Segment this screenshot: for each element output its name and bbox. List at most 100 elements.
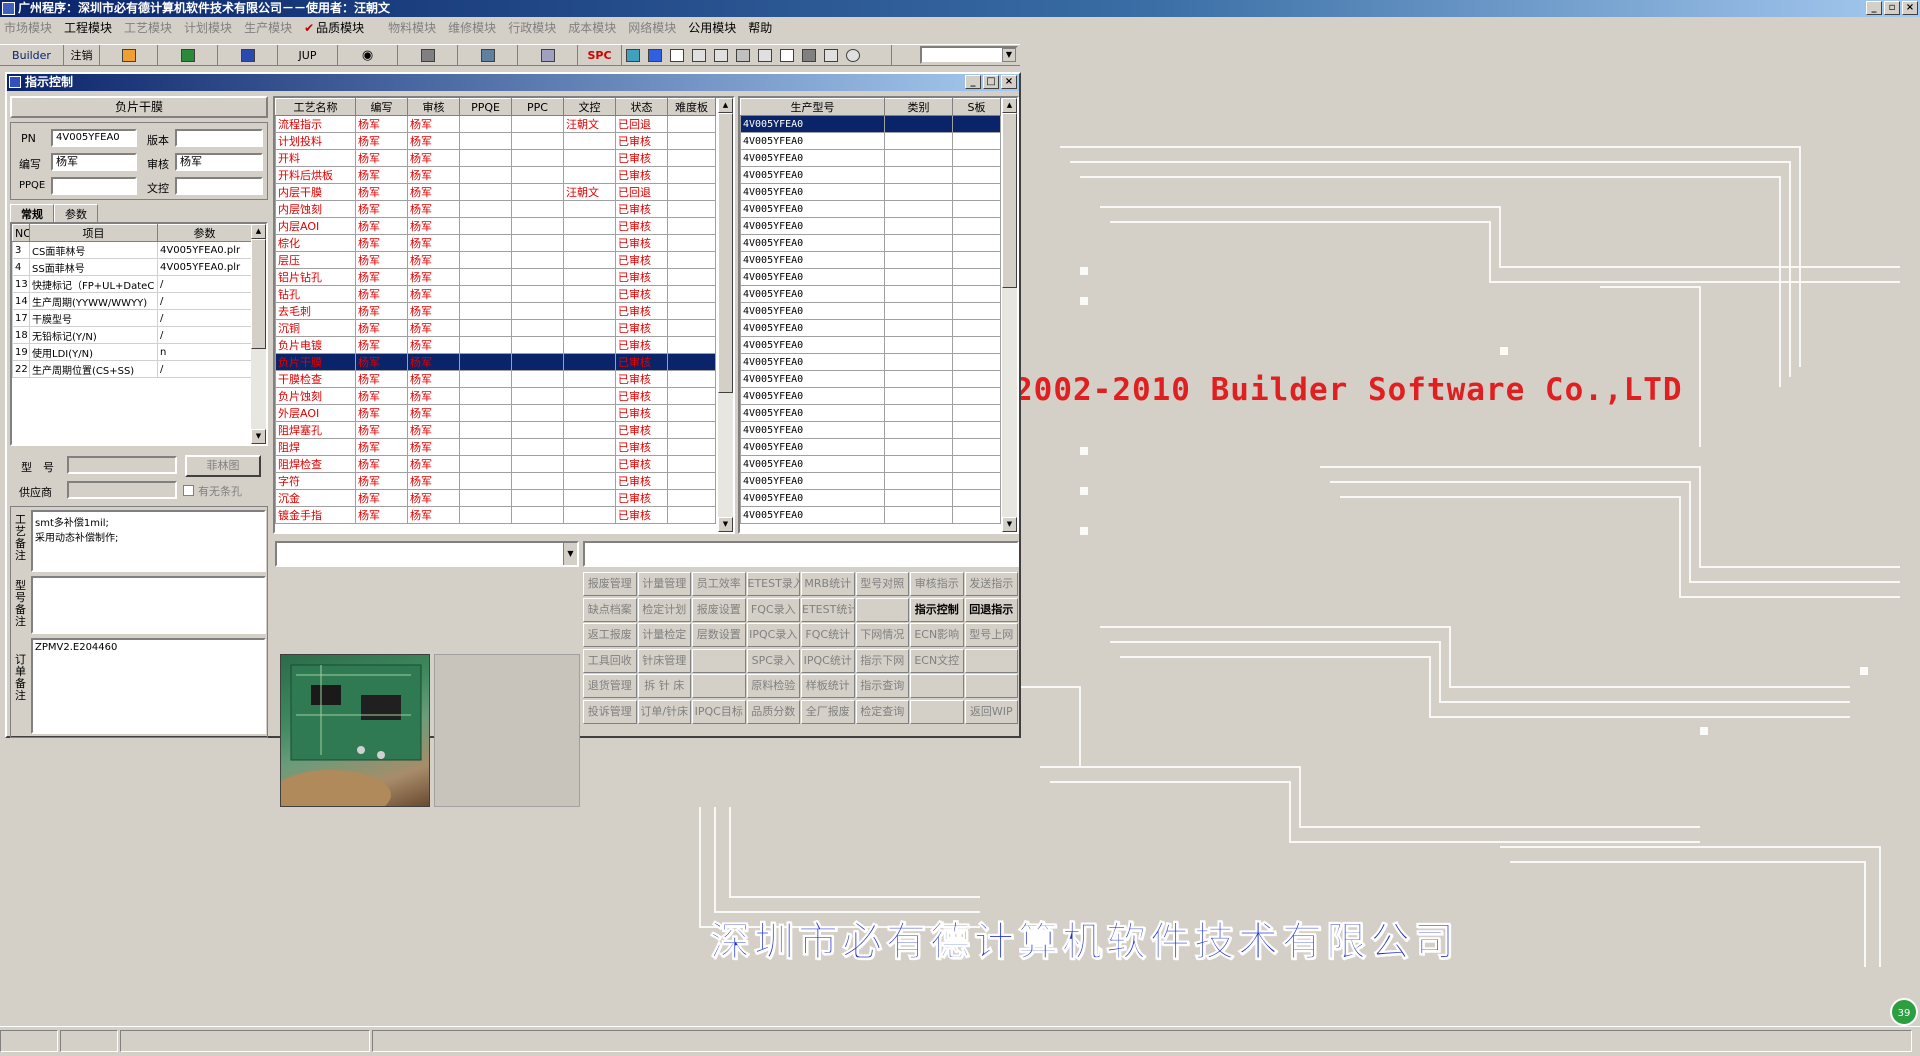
model-row[interactable]: 4V005YFEA0 xyxy=(740,506,1001,524)
undo-icon[interactable] xyxy=(758,48,772,62)
menu-network[interactable]: 网络模块 xyxy=(628,19,676,36)
process-row[interactable]: 负片蚀刻 杨军 杨军 已审核 xyxy=(275,387,716,405)
function-button[interactable]: 型号上网 xyxy=(964,623,1018,647)
model-note-text[interactable] xyxy=(31,576,266,634)
process-scrollbar[interactable]: ▲ ▼ xyxy=(718,98,733,532)
version-field[interactable] xyxy=(175,129,263,147)
process-row[interactable]: 棕化 杨军 杨军 已审核 xyxy=(275,234,716,252)
search-input[interactable] xyxy=(583,541,1019,567)
function-button[interactable]: 下网情况 xyxy=(855,623,909,647)
item-row[interactable]: 18 无铅标记(Y/N) / xyxy=(12,326,252,344)
model-row[interactable]: 4V005YFEA0 xyxy=(740,421,1001,439)
binoculars-icon[interactable] xyxy=(824,48,838,62)
model-row[interactable]: 4V005YFEA0 xyxy=(740,404,1001,422)
close-button[interactable]: × xyxy=(1902,1,1918,15)
word-tool[interactable] xyxy=(218,45,278,65)
model-row[interactable]: 4V005YFEA0 xyxy=(740,115,1001,133)
model-row[interactable]: 4V005YFEA0 xyxy=(740,353,1001,371)
printer-tool[interactable] xyxy=(518,45,578,65)
preview-icon[interactable] xyxy=(780,48,794,62)
process-row[interactable]: 计划投料 杨军 杨军 已审核 xyxy=(275,132,716,150)
scroll-up-icon[interactable]: ▲ xyxy=(251,224,266,239)
model-row[interactable]: 4V005YFEA0 xyxy=(740,285,1001,303)
items-scrollbar[interactable]: ▲ ▼ xyxy=(251,224,266,444)
process-col-header[interactable]: PPQE xyxy=(459,98,512,116)
process-row[interactable]: 内层AOI 杨军 杨军 已审核 xyxy=(275,217,716,235)
menu-repair[interactable]: 维修模块 xyxy=(448,19,496,36)
process-row[interactable]: 外层AOI 杨军 杨军 已审核 xyxy=(275,404,716,422)
editor-field[interactable]: 杨军 xyxy=(51,153,137,171)
process-col-header[interactable]: 工艺名称 xyxy=(275,98,356,116)
item-row[interactable]: 13 快捷标记（FP+UL+DateC / xyxy=(12,275,252,293)
cut-icon[interactable] xyxy=(692,48,706,62)
function-button[interactable]: ECN影响 xyxy=(910,623,964,647)
function-button[interactable]: ETEST统计 xyxy=(801,597,855,622)
process-row[interactable]: 开料后烘板 杨军 杨军 已审核 xyxy=(275,166,716,184)
process-row[interactable]: 内层干膜 杨军 杨军 汪朝文 已回退 xyxy=(275,183,716,201)
menu-common[interactable]: 公用模块 xyxy=(688,19,736,36)
logout-button[interactable]: 注销 xyxy=(64,45,100,65)
model-row[interactable]: 4V005YFEA0 xyxy=(740,268,1001,286)
function-button[interactable]: 投诉管理 xyxy=(583,699,637,724)
function-button[interactable]: MRB统计 xyxy=(801,572,855,596)
model-col-header[interactable]: S板 xyxy=(952,98,1001,116)
minimize-button[interactable]: _ xyxy=(1866,1,1882,15)
process-row[interactable]: 沉金 杨军 杨军 已审核 xyxy=(275,489,716,507)
excel-tool[interactable] xyxy=(158,45,218,65)
function-button[interactable]: 订单/针床 xyxy=(637,699,691,724)
col-param[interactable]: 参数 xyxy=(157,224,252,242)
model-row[interactable]: 4V005YFEA0 xyxy=(740,166,1001,184)
function-button[interactable]: 缺点档案 xyxy=(583,597,637,622)
menu-plan[interactable]: 计划模块 xyxy=(184,19,232,36)
function-button[interactable]: 原料检验 xyxy=(746,674,800,698)
model-col-header[interactable]: 类别 xyxy=(884,98,953,116)
film-drawing-button[interactable]: 菲林图 xyxy=(185,455,261,477)
process-row[interactable]: 阻焊检查 杨军 杨军 已审核 xyxy=(275,455,716,473)
scroll-down-icon[interactable]: ▼ xyxy=(1002,517,1017,532)
model-row[interactable]: 4V005YFEA0 xyxy=(740,370,1001,388)
function-button[interactable]: 审核指示 xyxy=(910,572,964,596)
function-button[interactable]: 指示控制 xyxy=(910,597,964,622)
function-button[interactable]: 层数设置 xyxy=(692,623,746,647)
function-button[interactable]: 报废管理 xyxy=(583,572,637,596)
process-col-header[interactable]: 编写 xyxy=(355,98,408,116)
function-button[interactable]: 返回WIP xyxy=(964,699,1018,724)
item-row[interactable]: 22 生产周期位置(CS+SS) / xyxy=(12,360,252,378)
menu-process[interactable]: 工艺模块 xyxy=(124,19,172,36)
model-row[interactable]: 4V005YFEA0 xyxy=(740,489,1001,507)
function-button[interactable]: 发送指示 xyxy=(964,572,1018,596)
item-row[interactable]: 4 SS面菲林号 4V005YFEA0.plr xyxy=(12,258,252,276)
menu-cost[interactable]: 成本模块 xyxy=(568,19,616,36)
function-button[interactable] xyxy=(855,597,909,622)
function-button[interactable] xyxy=(964,674,1018,698)
function-button[interactable]: 指示下网 xyxy=(855,648,909,673)
supplier-field[interactable] xyxy=(67,481,177,499)
function-button[interactable]: 检定查询 xyxy=(855,699,909,724)
col-no[interactable]: NO xyxy=(12,224,30,242)
window-close-button[interactable]: × xyxy=(1001,75,1017,89)
scroll-up-icon[interactable]: ▲ xyxy=(1002,98,1017,113)
process-row[interactable]: 流程指示 杨军 杨军 汪朝文 已回退 xyxy=(275,115,716,133)
function-button[interactable]: 工具回收 xyxy=(583,648,637,673)
function-button[interactable]: ETEST录入 xyxy=(746,572,800,596)
function-button[interactable]: 计量管理 xyxy=(637,572,691,596)
function-button[interactable]: 回退指示 xyxy=(964,597,1018,622)
menu-market[interactable]: 市场模块 xyxy=(4,19,52,36)
scroll-down-icon[interactable]: ▼ xyxy=(251,429,266,444)
pn-field[interactable]: 4V005YFEA0 xyxy=(51,129,137,147)
process-row[interactable]: 负片干膜 杨军 杨军 已审核 xyxy=(275,353,716,371)
model-row[interactable]: 4V005YFEA0 xyxy=(740,217,1001,235)
function-button[interactable]: SPC录入 xyxy=(746,648,800,673)
scroll-thumb[interactable] xyxy=(1002,113,1017,288)
col-item[interactable]: 项目 xyxy=(29,224,158,242)
help-icon[interactable] xyxy=(846,48,860,62)
function-button[interactable] xyxy=(692,648,746,673)
process-row[interactable]: 开料 杨军 杨军 已审核 xyxy=(275,149,716,167)
refresh-icon[interactable] xyxy=(626,48,640,62)
new-icon[interactable] xyxy=(670,48,684,62)
function-button[interactable]: 报废设置 xyxy=(692,597,746,622)
delete-icon[interactable] xyxy=(714,48,728,62)
model-row[interactable]: 4V005YFEA0 xyxy=(740,234,1001,252)
menu-material[interactable]: 物料模块 xyxy=(388,19,436,36)
model-field[interactable] xyxy=(67,456,177,474)
